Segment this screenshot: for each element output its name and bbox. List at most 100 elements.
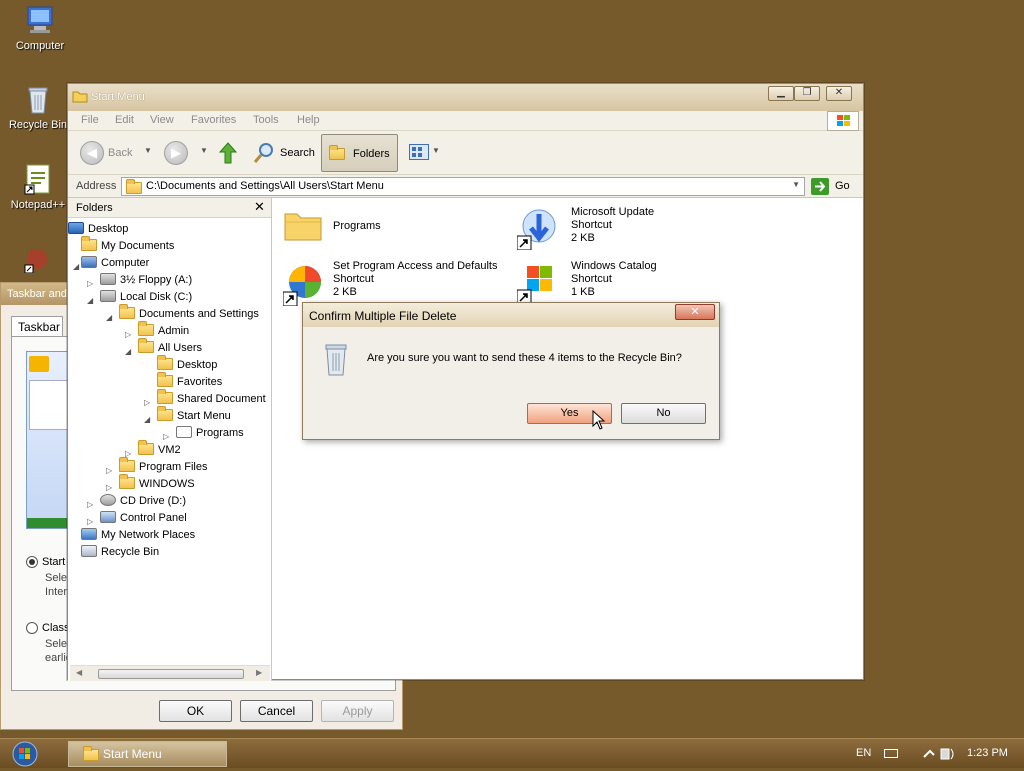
folder-icon [138, 321, 154, 336]
explorer-titlebar[interactable]: Start Menu ▁ ❐ ✕ [68, 84, 863, 111]
tree-item-recycle-bin[interactable]: Recycle Bin [81, 544, 159, 561]
expand-arrow-icon[interactable]: ▷ [144, 398, 150, 407]
file-name: Programs [333, 220, 381, 232]
windows-orb-icon [12, 741, 38, 767]
tab-taskbar[interactable]: Taskbar [11, 316, 63, 336]
horizontal-scrollbar[interactable]: ◀ ▶ [70, 665, 270, 681]
views-icon[interactable] [409, 144, 429, 160]
desktop-icon-notepad[interactable]: Notepad++ [3, 163, 73, 211]
collapse-arrow-icon[interactable]: ◢ [87, 296, 93, 305]
tree-item-programs[interactable]: Programs [176, 425, 244, 442]
dialog-title: Confirm Multiple File Delete [309, 309, 457, 323]
minimize-button[interactable]: ▁ [768, 86, 794, 101]
expand-arrow-icon[interactable]: ▷ [87, 500, 93, 509]
classic-menu-radio[interactable] [26, 622, 38, 634]
tree-item-favorites[interactable]: Favorites [157, 372, 222, 391]
search-label[interactable]: Search [280, 147, 315, 159]
close-button[interactable]: ✕ [826, 86, 852, 101]
file-size: 2 KB [333, 286, 357, 298]
desktop-icon-label: Computer [15, 40, 65, 52]
collapse-arrow-icon[interactable]: ◢ [144, 415, 150, 424]
clock[interactable]: 1:23 PM [967, 747, 1008, 759]
close-pane-icon[interactable]: ✕ [254, 199, 265, 215]
tree-item-network-places[interactable]: My Network Places [81, 527, 195, 544]
collapse-arrow-icon[interactable]: ◢ [125, 347, 131, 356]
desktop-icon [68, 222, 84, 234]
system-tray-icons[interactable] [921, 745, 957, 763]
desktop-icon-recycle-bin[interactable]: Recycle Bin [3, 83, 73, 131]
go-label[interactable]: Go [835, 180, 850, 192]
menu-view[interactable]: View [150, 114, 174, 126]
folders-button[interactable]: Folders [321, 134, 398, 172]
tree-item-shared-documents[interactable]: Shared Document [157, 389, 266, 408]
file-item[interactable]: Set Program Access and Defaults Shortcut… [281, 258, 521, 308]
views-dropdown-icon[interactable]: ▼ [432, 146, 440, 155]
tree-item-local-disk[interactable]: Local Disk (C:) [100, 289, 192, 306]
up-folder-icon[interactable] [217, 141, 239, 165]
scrollbar-thumb[interactable] [98, 669, 244, 679]
language-indicator[interactable]: EN [856, 747, 871, 759]
shortcut-icon[interactable] [23, 247, 49, 274]
taskbar-item-start-menu[interactable]: Start Menu [68, 741, 227, 767]
ok-button[interactable]: OK [159, 700, 232, 722]
start-button[interactable] [8, 740, 42, 768]
expand-arrow-icon[interactable]: ▷ [106, 483, 112, 492]
start-menu-radio[interactable] [26, 556, 38, 568]
menu-tools[interactable]: Tools [253, 114, 279, 126]
tree-item-desktop[interactable]: Desktop [68, 221, 128, 238]
expand-arrow-icon[interactable]: ▷ [125, 330, 131, 339]
forward-dropdown-icon[interactable]: ▼ [200, 146, 208, 155]
folder-icon [157, 372, 173, 387]
tree-item-my-documents[interactable]: My Documents [81, 236, 174, 255]
dialog-titlebar[interactable]: Confirm Multiple File Delete ✕ [303, 303, 719, 327]
tree-item-all-users[interactable]: All Users [138, 338, 202, 357]
file-item[interactable]: Microsoft Update Shortcut 2 KB [515, 204, 735, 254]
dialog-close-button[interactable]: ✕ [675, 304, 715, 320]
address-input[interactable]: C:\Documents and Settings\All Users\Star… [121, 177, 805, 196]
expand-arrow-icon[interactable]: ▷ [87, 279, 93, 288]
collapse-arrow-icon[interactable]: ◢ [73, 262, 79, 271]
scroll-right-icon[interactable]: ▶ [256, 668, 262, 677]
file-item[interactable]: Windows Catalog Shortcut 1 KB [515, 258, 735, 308]
expand-arrow-icon[interactable]: ▷ [106, 466, 112, 475]
start-menu-option-label: Start [42, 556, 66, 568]
go-arrow-icon[interactable] [811, 178, 829, 195]
apply-button[interactable]: Apply [321, 700, 394, 722]
desktop-icon-computer[interactable]: Computer [5, 4, 75, 52]
file-item[interactable]: Programs [281, 204, 501, 248]
menu-file[interactable]: File [81, 114, 99, 126]
collapse-arrow-icon[interactable]: ◢ [106, 313, 112, 322]
maximize-button[interactable]: ❐ [794, 86, 820, 101]
back-dropdown-icon[interactable]: ▼ [144, 146, 152, 155]
tree-item-start-menu[interactable]: Start Menu [157, 406, 231, 425]
file-name: Windows Catalog [571, 260, 657, 272]
file-name: Microsoft Update [571, 206, 655, 218]
tree-item-vm2[interactable]: VM2 [138, 440, 181, 459]
expand-arrow-icon[interactable]: ▷ [87, 517, 93, 526]
tree-item-control-panel[interactable]: Control Panel [100, 510, 187, 527]
scroll-left-icon[interactable]: ◀ [76, 668, 82, 677]
tree-item-windows[interactable]: WINDOWS [119, 474, 195, 493]
menu-favorites[interactable]: Favorites [191, 114, 236, 126]
back-label[interactable]: Back [108, 147, 132, 159]
search-icon[interactable] [252, 141, 276, 165]
tree-item-program-files[interactable]: Program Files [119, 457, 207, 476]
file-size: 1 KB [571, 286, 595, 298]
recycle-bin-icon [325, 344, 347, 376]
notepad-plus-plus-icon [22, 163, 54, 195]
tree-item-computer[interactable]: Computer [81, 255, 149, 272]
tree-item-desktop-sub[interactable]: Desktop [157, 355, 217, 374]
address-folder-icon [126, 179, 142, 194]
forward-arrow-icon[interactable]: ▶ [164, 141, 188, 165]
expand-arrow-icon[interactable]: ▷ [163, 432, 169, 441]
keyboard-icon[interactable] [884, 749, 898, 758]
no-button[interactable]: No [621, 403, 706, 424]
address-path: C:\Documents and Settings\All Users\Star… [146, 180, 384, 192]
address-dropdown-icon[interactable]: ▼ [792, 180, 800, 189]
tree-item-cd-drive[interactable]: CD Drive (D:) [100, 493, 186, 510]
cancel-button[interactable]: Cancel [240, 700, 313, 722]
back-arrow-icon[interactable]: ◀ [80, 141, 104, 165]
menu-edit[interactable]: Edit [115, 114, 134, 126]
tree-item-floppy[interactable]: 3½ Floppy (A:) [100, 272, 192, 289]
menu-help[interactable]: Help [297, 114, 320, 126]
